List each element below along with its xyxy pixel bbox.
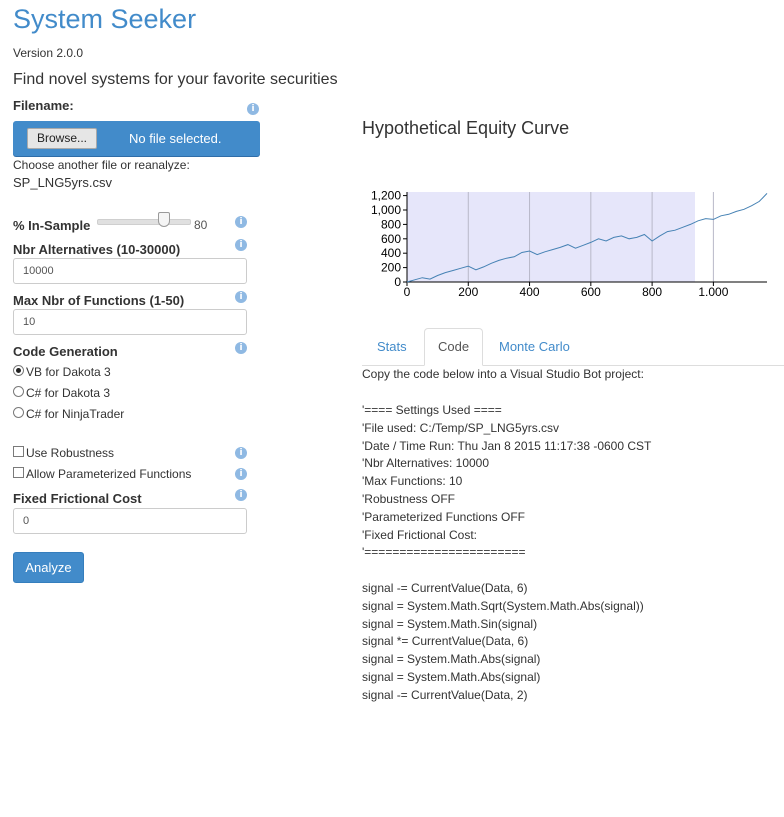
file-input[interactable]: Browse... No file selected.	[13, 121, 260, 156]
code-line: signal = System.Math.Sqrt(System.Math.Ab…	[362, 598, 644, 613]
radio-cs-ninjatrader[interactable]	[13, 407, 24, 418]
insample-slider-track[interactable]	[97, 219, 191, 225]
code-line: signal = System.Math.Abs(signal)	[362, 669, 541, 684]
insample-value: 80	[194, 218, 208, 232]
functions-info-icon[interactable]: i	[235, 291, 247, 303]
frictional-info-icon[interactable]: i	[235, 489, 247, 501]
radio-cs-dakota[interactable]	[13, 386, 24, 397]
frictional-label: Fixed Frictional Cost	[13, 491, 142, 506]
tab-code-label[interactable]: Code	[438, 339, 469, 354]
x-tick-label: 400	[520, 285, 540, 296]
filename-label: Filename:	[13, 98, 74, 113]
current-file-name: SP_LNG5yrs.csv	[13, 175, 112, 190]
filename-info-icon[interactable]: i	[247, 103, 259, 115]
alternatives-label: Nbr Alternatives (10-30000)	[13, 242, 181, 257]
frictional-input[interactable]	[13, 508, 247, 534]
alternatives-input[interactable]	[13, 258, 247, 284]
y-tick-label: 1,200	[371, 189, 401, 203]
x-tick-label: 0	[404, 285, 411, 296]
radio-cs-dakota-label[interactable]: C# for Dakota 3	[26, 386, 110, 400]
tab-stats[interactable]: Stats	[377, 339, 407, 354]
y-tick-label: 200	[381, 261, 401, 275]
y-tick-label: 0	[394, 275, 401, 289]
codegen-label: Code Generation	[13, 344, 118, 359]
code-line: signal -= CurrentValue(Data, 2)	[362, 687, 528, 702]
code-line: 'Max Functions: 10	[362, 474, 463, 489]
robustness-checkbox[interactable]	[13, 446, 24, 457]
equity-chart: 02004006008001,0001,2000 200 400 600 800 1,00…	[371, 189, 768, 296]
x-tick-label: 1,000	[698, 285, 728, 296]
robustness-label[interactable]: Use Robustness	[26, 446, 114, 460]
x-tick-label: 600	[581, 285, 601, 296]
code-intro: Copy the code below into a Visual Studio…	[362, 367, 644, 381]
code-line: 'Nbr Alternatives: 10000	[362, 456, 490, 471]
code-line: 'Robustness OFF	[362, 491, 455, 506]
y-tick-label: 400	[381, 246, 401, 260]
code-line: signal = System.Math.Sin(signal)	[362, 616, 538, 631]
parameterized-checkbox[interactable]	[13, 467, 24, 478]
insample-slider-thumb[interactable]	[158, 212, 170, 227]
code-line: 'Fixed Frictional Cost:	[362, 527, 477, 542]
code-line: signal = System.Math.Abs(signal)	[362, 652, 541, 667]
alternatives-info-icon[interactable]: i	[235, 239, 247, 251]
no-file-text: No file selected.	[129, 131, 222, 146]
code-line: signal -= CurrentValue(Data, 6)	[362, 580, 528, 595]
robustness-info-icon[interactable]: i	[235, 447, 247, 459]
insample-label: % In-Sample	[13, 218, 91, 233]
code-line: '=======================	[362, 545, 526, 560]
code-line: '==== Settings Used ====	[362, 403, 502, 417]
y-tick-label: 1,000	[371, 203, 401, 217]
functions-label: Max Nbr of Functions (1-50)	[13, 293, 185, 308]
version-text: Version 2.0.0	[13, 46, 84, 60]
radio-cs-ninjatrader-label[interactable]: C# for NinjaTrader	[26, 407, 124, 421]
code-line: 'Parameterized Functions OFF	[362, 509, 526, 524]
tagline: Find novel systems for your favorite sec…	[13, 71, 338, 88]
tab-monte-carlo[interactable]: Monte Carlo	[499, 339, 570, 354]
radio-vb-dakota[interactable]	[13, 365, 24, 376]
radio-vb-dakota-label[interactable]: VB for Dakota 3	[26, 365, 111, 379]
y-tick-label: 800	[381, 217, 401, 231]
parameterized-label[interactable]: Allow Parameterized Functions	[26, 467, 191, 481]
insample-info-icon[interactable]: i	[235, 216, 247, 228]
x-tick-label: 200	[458, 285, 478, 296]
x-tick-label: 800	[642, 285, 662, 296]
functions-input[interactable]	[13, 309, 247, 335]
parameterized-info-icon[interactable]: i	[235, 468, 247, 480]
code-line: 'Date / Time Run: Thu Jan 8 2015 11:17:3…	[362, 438, 652, 453]
codegen-info-icon[interactable]: i	[235, 342, 247, 354]
code-line: 'File used: C:/Temp/SP_LNG5yrs.csv	[362, 420, 560, 435]
analyze-button[interactable]: Analyze	[13, 552, 84, 583]
y-tick-label: 600	[381, 232, 401, 246]
browse-button[interactable]: Browse...	[27, 128, 97, 149]
code-block: '==== Settings Used ==== 'File used: C:/T…	[362, 402, 651, 705]
chart-title: Hypothetical Equity Curve	[362, 118, 570, 138]
code-line: signal *= CurrentValue(Data, 6)	[362, 634, 529, 649]
reanalyze-text: Choose another file or reanalyze:	[13, 158, 190, 172]
app-title: System Seeker	[13, 4, 197, 34]
